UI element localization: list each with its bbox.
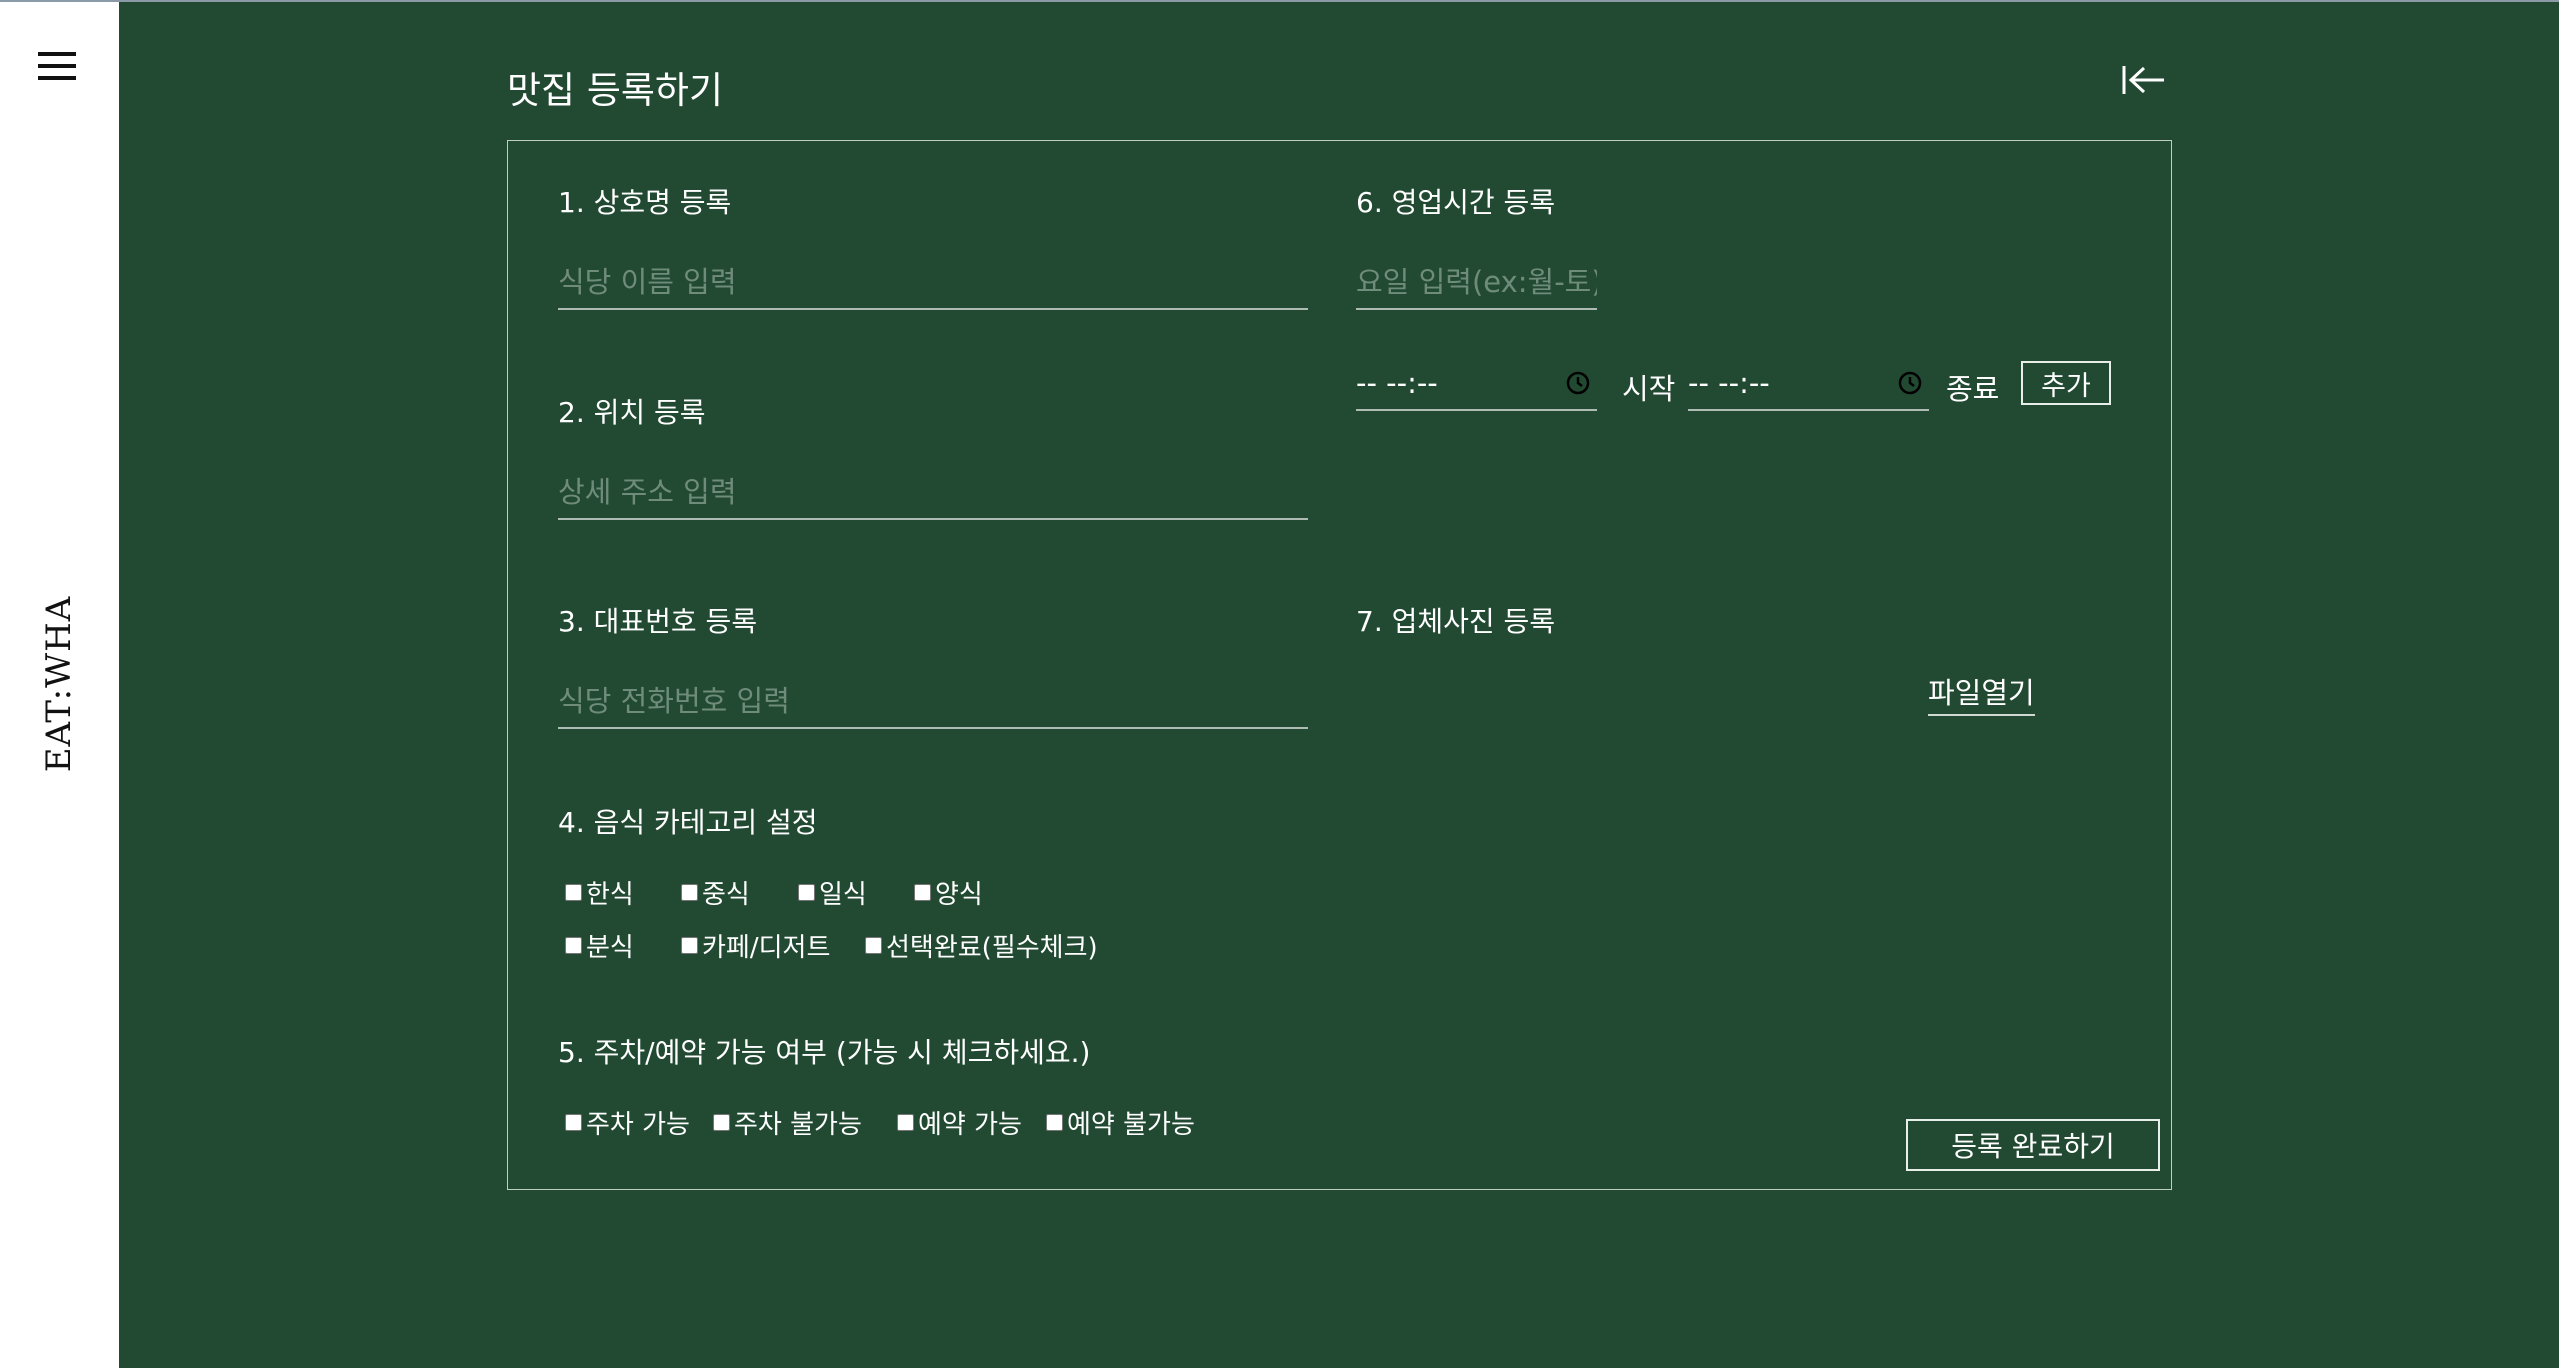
checkbox-box[interactable] (1046, 1114, 1063, 1131)
window-top-border (0, 0, 2559, 2)
open-file-button[interactable]: 파일열기 (1928, 670, 2035, 716)
clock-icon[interactable] (1565, 370, 1591, 396)
business-days-input[interactable] (1356, 256, 1597, 310)
start-time-input[interactable]: -- --:-- (1356, 357, 1597, 411)
clock-icon[interactable] (1897, 370, 1923, 396)
page-title: 맛집 등록하기 (507, 69, 724, 112)
category-snack-checkbox[interactable]: 분식 (565, 927, 634, 964)
hamburger-menu-icon[interactable] (38, 52, 76, 80)
section-location-label: 2. 위치 등록 (558, 396, 706, 429)
checkbox-box[interactable] (681, 884, 698, 901)
reservation-unavailable-checkbox[interactable]: 예약 불가능 (1046, 1104, 1195, 1141)
phone-input[interactable] (558, 675, 1308, 729)
section-hours-label: 6. 영업시간 등록 (1356, 186, 1556, 219)
checkbox-box[interactable] (798, 884, 815, 901)
sidebar: EAT:WHA (0, 2, 119, 1368)
section-category-label: 4. 음식 카테고리 설정 (558, 806, 818, 839)
section-business-name-label: 1. 상호명 등록 (558, 186, 732, 219)
category-complete-checkbox[interactable]: 선택완료(필수체크) (865, 927, 1098, 964)
checkbox-box[interactable] (565, 937, 582, 954)
end-time-input[interactable]: -- --:-- (1688, 357, 1929, 411)
start-label: 시작 (1622, 372, 1676, 406)
section-photo-label: 7. 업체사진 등록 (1356, 605, 1556, 638)
checkbox-box[interactable] (914, 884, 931, 901)
reservation-available-checkbox[interactable]: 예약 가능 (897, 1104, 1022, 1141)
checkbox-box[interactable] (713, 1114, 730, 1131)
section-phone-label: 3. 대표번호 등록 (558, 605, 758, 638)
checkbox-box[interactable] (565, 884, 582, 901)
category-cafe-checkbox[interactable]: 카페/디저트 (681, 927, 830, 964)
business-name-input[interactable] (558, 256, 1308, 310)
category-chinese-checkbox[interactable]: 중식 (681, 874, 750, 911)
category-korean-checkbox[interactable]: 한식 (565, 874, 634, 911)
parking-available-checkbox[interactable]: 주차 가능 (565, 1104, 690, 1141)
category-western-checkbox[interactable]: 양식 (914, 874, 983, 911)
parking-unavailable-checkbox[interactable]: 주차 불가능 (713, 1104, 862, 1141)
submit-registration-button[interactable]: 등록 완료하기 (1906, 1119, 2160, 1171)
address-input[interactable] (558, 466, 1308, 520)
checkbox-box[interactable] (865, 937, 882, 954)
section-parking-reservation-label: 5. 주차/예약 가능 여부 (가능 시 체크하세요.) (558, 1036, 1091, 1069)
category-japanese-checkbox[interactable]: 일식 (798, 874, 867, 911)
brand-logo: EAT:WHA (39, 595, 79, 773)
checkbox-box[interactable] (681, 937, 698, 954)
checkbox-box[interactable] (897, 1114, 914, 1131)
checkbox-box[interactable] (565, 1114, 582, 1131)
end-label: 종료 (1946, 372, 2000, 406)
registration-form: 1. 상호명 등록 2. 위치 등록 3. 대표번호 등록 4. 음식 카테고리… (507, 140, 2172, 1190)
add-hours-button[interactable]: 추가 (2021, 361, 2111, 405)
collapse-left-arrow-icon[interactable] (2120, 62, 2168, 98)
